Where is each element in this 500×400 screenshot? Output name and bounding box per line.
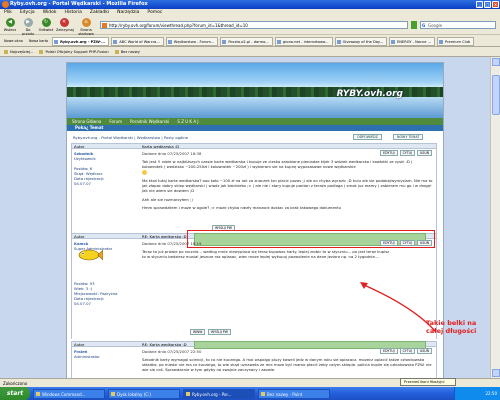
tab-bar: Nowe okno Nowa karta Ryby.ovh.org - PZW-… bbox=[0, 36, 500, 47]
reply-button[interactable]: ODPOWIEDZ bbox=[353, 134, 382, 140]
window-title: Ryby.ovh.org - Portal Wędkarski - Mozill… bbox=[10, 1, 148, 7]
tab-giveaway[interactable]: Giveaway of the Day... bbox=[334, 36, 387, 46]
post-date: Dodane dnia 07/25/2007 18:19 bbox=[142, 241, 202, 246]
bookmark-php-fusion[interactable]: Polski Oficjalny Support PHP-Fusion bbox=[39, 49, 109, 54]
back-arrow-icon: ◀ bbox=[5, 18, 15, 27]
site-nav: Strona Główna Forum Poradnik Wędkarski S… bbox=[67, 118, 443, 125]
reload-icon: ↻ bbox=[41, 18, 51, 27]
tab-poczta[interactable]: Poczta.o2.pl - darmo... bbox=[220, 36, 273, 46]
menu-history[interactable]: Historia bbox=[65, 9, 82, 17]
tab-premium[interactable]: Premium Club bbox=[437, 36, 475, 46]
scroll-up-arrow[interactable] bbox=[492, 58, 500, 66]
edit-button[interactable]: EDYTUJ bbox=[380, 240, 398, 246]
status-text: Zakończono bbox=[3, 381, 28, 386]
navigation-toolbar: ◀ Wstecz ▶ Do przodu ↻ Odśwież ✕ Zatrzym… bbox=[0, 17, 500, 36]
url-input[interactable]: http://ryby.ovh.org/forum/viewthread.php… bbox=[100, 21, 408, 29]
menu-edit[interactable]: Edycja bbox=[20, 9, 35, 17]
annotation-text: Takie belki na całej długości bbox=[426, 319, 477, 335]
window-title-bar: Ryby.ovh.org - Portal Wędkarski - Mozill… bbox=[0, 0, 500, 9]
taskbar: start Windows Command... Dysk lokalny (C… bbox=[0, 387, 500, 400]
site-favicon bbox=[102, 23, 107, 28]
nav-forum[interactable]: Forum bbox=[109, 118, 122, 125]
quote-button[interactable]: CYTUJ bbox=[399, 348, 415, 354]
stop-icon: ✕ bbox=[59, 18, 69, 27]
taskbar-item-firefox[interactable]: Ryby.ovh.org - Por... bbox=[183, 388, 255, 399]
tab-grono[interactable]: grono.net - internetowa... bbox=[274, 36, 333, 46]
edit-button[interactable]: EDYTUJ bbox=[380, 150, 398, 156]
breadcrumb[interactable]: Ryby.ovh.org - Portal Wędkarski | Wędkar… bbox=[73, 135, 188, 140]
quote-button[interactable]: CYTUJ bbox=[399, 240, 415, 246]
scroll-thumb[interactable] bbox=[492, 75, 500, 115]
stop-button[interactable]: ✕ Zatrzymaj bbox=[56, 18, 74, 34]
go-button[interactable] bbox=[411, 21, 417, 29]
menu-bar: Plik Edycja Widok Historia Zakładki Narz… bbox=[0, 9, 500, 17]
firefox-icon bbox=[2, 1, 9, 8]
post-3: Fraleń Administrator Dodane dnia 07/25/2… bbox=[71, 347, 437, 378]
bookmarks-toolbar: Najczęściej... Polski Oficjalny Support … bbox=[0, 47, 500, 57]
menu-file[interactable]: Plik bbox=[4, 9, 12, 17]
page-viewport: RYBY.ovh.org Strona Główna Forum Poradni… bbox=[0, 57, 490, 378]
maximize-button[interactable]: □ bbox=[484, 1, 491, 8]
vertical-scrollbar[interactable] bbox=[490, 57, 500, 378]
post-1: Szkodnik Użytkownik Postów: 6 Skąd: Wędk… bbox=[71, 149, 437, 233]
bookmark-untitled[interactable]: Bez nazwy bbox=[114, 49, 140, 54]
home-icon: ⌂ bbox=[81, 18, 91, 27]
nav-guide[interactable]: Poradnik Wędkarski bbox=[130, 118, 169, 125]
post-author: Fraleń Administrator bbox=[74, 349, 138, 359]
tab-wedkarstwo[interactable]: Wędkarstwo - Forum... bbox=[165, 36, 219, 46]
back-button[interactable]: ◀ Wstecz bbox=[2, 18, 18, 34]
system-tray: 22:50 bbox=[454, 387, 500, 400]
www-button[interactable]: WWW bbox=[190, 329, 206, 335]
banner-lake bbox=[67, 97, 443, 118]
site-banner: RYBY.ovh.org bbox=[67, 63, 443, 118]
google-icon: G bbox=[422, 23, 426, 28]
taskbar-item-disk[interactable]: Dysk lokalny (C:) bbox=[108, 388, 180, 399]
search-input[interactable]: G Google bbox=[420, 21, 496, 29]
post-2: Kamck Super Administrator Postów: 93 Wie… bbox=[71, 239, 437, 339]
page-header: Poka¿ Temat bbox=[67, 125, 443, 131]
nav-search[interactable]: S Z U K A J bbox=[177, 118, 198, 125]
taskbar-item-cmd[interactable]: Windows Command... bbox=[33, 388, 105, 399]
menu-bookmarks[interactable]: Zakładki bbox=[90, 9, 109, 17]
menu-tools[interactable]: Narzędzia bbox=[117, 9, 139, 17]
bookmark-most-visited[interactable]: Najczęściej... bbox=[4, 49, 33, 54]
nav-home[interactable]: Strona Główna bbox=[72, 118, 101, 125]
quote-button[interactable]: CYTUJ bbox=[399, 150, 415, 156]
new-topic-button[interactable]: NOWY TEMAT bbox=[393, 134, 424, 140]
minimize-button[interactable]: _ bbox=[476, 1, 483, 8]
tab-energy[interactable]: ENERGY - Nocne ... bbox=[388, 36, 435, 46]
forum-page: RYBY.ovh.org Strona Główna Forum Poradni… bbox=[66, 62, 444, 378]
menu-view[interactable]: Widok bbox=[43, 9, 57, 17]
post-body: Teraz to już prawie po rocznie... według… bbox=[142, 249, 390, 260]
send-pm-button[interactable]: WYŚLIJ PW bbox=[208, 329, 231, 335]
close-button[interactable]: × bbox=[492, 1, 499, 8]
scroll-down-arrow[interactable] bbox=[492, 369, 500, 377]
smiley-icon bbox=[142, 169, 147, 175]
clock: 22:50 bbox=[485, 391, 497, 396]
new-window-button[interactable]: Nowe okno bbox=[2, 39, 25, 43]
tab-wow[interactable]: ABC World of Warcra... bbox=[111, 36, 164, 46]
reload-button[interactable]: ↻ Odśwież bbox=[38, 18, 54, 34]
post-author: Szkodnik Użytkownik Postów: 6 Skąd: Wędk… bbox=[74, 151, 138, 186]
forward-arrow-icon: ▶ bbox=[23, 18, 33, 27]
start-button[interactable]: start bbox=[0, 387, 30, 400]
home-button[interactable]: ⌂ Strona startowa bbox=[74, 18, 98, 36]
post-date: Dodane dnia 07/25/2007 22:50 bbox=[142, 349, 202, 354]
tray-popup[interactable]: Przenieś ikoni fikażyjni bbox=[400, 378, 456, 386]
taskbar-item-paint[interactable]: Bez nazwy - Paint bbox=[258, 388, 330, 399]
menu-help[interactable]: Pomoc bbox=[147, 9, 162, 17]
forward-button[interactable]: ▶ Do przodu bbox=[20, 18, 36, 36]
edit-button[interactable]: EDYTUJ bbox=[380, 348, 398, 354]
post-body: Szkodnik karty wymagal sciencji, to co n… bbox=[142, 357, 432, 373]
tab-ryby[interactable]: Ryby.ovh.org - PZW-... bbox=[52, 36, 110, 46]
delete-button[interactable]: USUŃ bbox=[416, 348, 432, 354]
delete-button[interactable]: USUŃ bbox=[416, 240, 432, 246]
post-body: Tak jest !! robie w najbliższych czasie … bbox=[142, 159, 433, 210]
fish-avatar-icon bbox=[78, 249, 103, 261]
post-date: Dodane dnia 07/25/2007 16:38 bbox=[142, 151, 202, 156]
site-logo[interactable]: RYBY.ovh.org bbox=[337, 89, 403, 99]
new-tab-button[interactable]: Nowa karta bbox=[27, 39, 50, 43]
delete-button[interactable]: USUŃ bbox=[416, 150, 432, 156]
